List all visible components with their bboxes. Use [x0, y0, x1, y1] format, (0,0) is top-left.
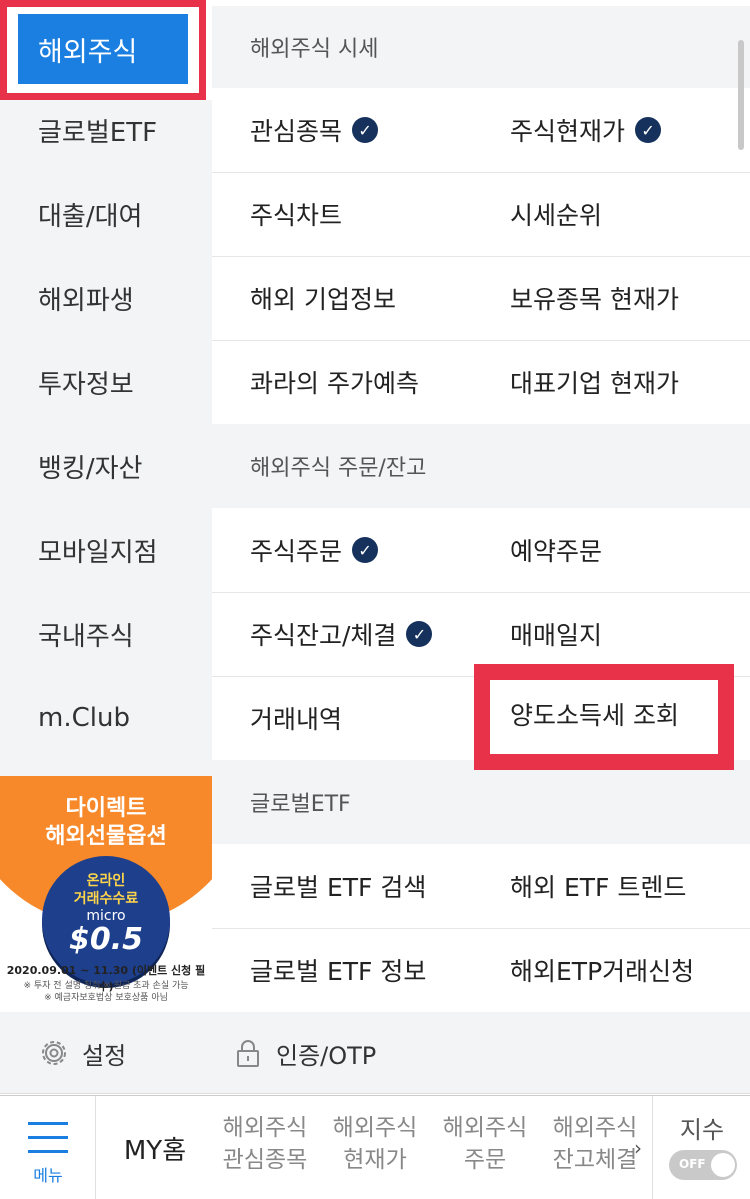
menu-item-watchlist[interactable]: 관심종목 ✓ — [250, 88, 490, 172]
sidebar-item-label: 국내주식 — [38, 621, 134, 652]
menu-item-major-companies[interactable]: 대표기업 현재가 — [510, 340, 740, 424]
chevron-right-icon[interactable]: › — [634, 1136, 642, 1160]
check-icon: ✓ — [352, 117, 379, 143]
nav-tab-label: 관심종목 — [222, 1147, 308, 1173]
promo-badge-line: 온라인 — [86, 873, 126, 889]
menu-item-label: 글로벌 ETF 검색 — [250, 873, 427, 902]
sidebar-item-label: 대출/대여 — [38, 201, 143, 232]
sidebar-item-mobile-branch[interactable]: 모바일지점 — [0, 508, 212, 592]
promo-subtitle: 해외선물옵션 — [45, 824, 167, 849]
check-icon: ✓ — [352, 537, 379, 563]
menu-item-label: 거래내역 — [250, 705, 343, 734]
menu-item-label: 주식차트 — [250, 201, 343, 230]
menu-item-balance-execution[interactable]: 주식잔고/체결 ✓ — [250, 592, 490, 676]
sidebar-item-loan[interactable]: 대출/대여 — [0, 172, 212, 256]
menu-item-etf-info[interactable]: 글로벌 ETF 정보 — [250, 928, 490, 1012]
menu-item-label: 주식주문 — [250, 537, 343, 566]
index-toggle-area: 지수 OFF — [652, 1096, 750, 1199]
menu-item-etp-application[interactable]: 해외ETP거래신청 — [510, 928, 740, 1012]
sidebar-item-label: 해외주식 — [18, 14, 188, 84]
my-home-button[interactable]: MY홈 — [96, 1096, 214, 1199]
nav-tab-label: 현재가 — [343, 1147, 407, 1173]
menu-item-etf-search[interactable]: 글로벌 ETF 검색 — [250, 844, 490, 928]
sidebar-item-investment-info[interactable]: 투자정보 — [0, 340, 212, 424]
settings-bar: 설정 인증/OTP — [0, 1012, 750, 1094]
menu-item-transaction-history[interactable]: 거래내역 — [250, 676, 490, 760]
section-header: 글로벌ETF — [212, 760, 750, 844]
menu-button[interactable]: 메뉴 — [0, 1096, 96, 1199]
auth-otp-button[interactable]: 인증/OTP — [232, 1012, 376, 1094]
menu-item-label: 콰라의 주가예측 — [250, 369, 419, 398]
nav-tab-order[interactable]: 해외주식 주문 — [430, 1112, 540, 1176]
toggle-label: OFF — [679, 1157, 706, 1171]
nav-tab-label: 해외주식 — [442, 1115, 528, 1141]
nav-tab-current-price[interactable]: 해외주식 현재가 — [320, 1112, 430, 1176]
menu-item-holdings-price[interactable]: 보유종목 현재가 — [510, 256, 740, 340]
menu-item-label: 주식현재가 — [510, 117, 626, 146]
menu-item-label: 해외 ETF 트렌드 — [510, 873, 687, 902]
menu-item-label: 글로벌 ETF 정보 — [250, 957, 427, 986]
menu-item-stock-chart[interactable]: 주식차트 — [250, 172, 490, 256]
sidebar-item-label: m.Club — [38, 703, 130, 733]
gear-icon — [42, 1041, 66, 1065]
category-sidebar: 해외주식 글로벌ETF 대출/대여 해외파생 투자정보 뱅킹/자산 모바일지점 … — [0, 0, 212, 1012]
menu-item-stock-order[interactable]: 주식주문 ✓ — [250, 508, 490, 592]
sidebar-item-label: 투자정보 — [38, 369, 134, 400]
sidebar-item-label: 뱅킹/자산 — [38, 453, 143, 484]
nav-tab-label: 해외주식 — [332, 1115, 418, 1141]
menu-item-label: 대표기업 현재가 — [510, 369, 679, 398]
hamburger-icon — [28, 1122, 68, 1154]
menu-item-reserved-order[interactable]: 예약주문 — [510, 508, 740, 592]
menu-item-label: 예약주문 — [510, 537, 603, 566]
menu-item-label: 관심종목 — [250, 117, 343, 146]
sidebar-item-banking[interactable]: 뱅킹/자산 — [0, 424, 212, 508]
nav-tab-watchlist[interactable]: 해외주식 관심종목 — [210, 1112, 320, 1176]
section-header: 해외주식 주문/잔고 — [212, 424, 750, 508]
menu-item-label: 양도소득세 조회 — [510, 701, 679, 730]
submenu-panel: 해외주식 시세 관심종목 ✓ 주식현재가 ✓ 주식차트 시세순위 해외 기업정보 보… — [212, 0, 750, 1012]
menu-item-price-forecast[interactable]: 콰라의 주가예측 — [250, 340, 490, 424]
sidebar-item-label: 글로벌ETF — [38, 117, 158, 148]
auth-label: 인증/OTP — [276, 1041, 377, 1070]
settings-button[interactable]: 설정 — [38, 1012, 126, 1094]
sidebar-item-label: 해외파생 — [38, 285, 134, 316]
menu-item-label: 시세순위 — [510, 201, 603, 230]
menu-item-label: 매매일지 — [510, 621, 603, 650]
menu-item-capital-gains-tax[interactable]: 양도소득세 조회 — [474, 664, 734, 770]
menu-item-label: 주식잔고/체결 — [250, 621, 397, 650]
bottom-navigation: 메뉴 MY홈 해외주식 관심종목 해외주식 현재가 해외주식 주문 해외주식 잔… — [0, 1095, 750, 1199]
promo-disclaimer: ※ 예금자보호법상 보호상품 아님 — [44, 993, 168, 1003]
menu-item-label: 보유종목 현재가 — [510, 285, 679, 314]
menu-item-current-price[interactable]: 주식현재가 ✓ — [510, 88, 740, 172]
menu-label: 메뉴 — [33, 1166, 63, 1185]
menu-item-label: 해외ETP거래신청 — [510, 957, 695, 986]
promo-badge-price: $0.5 — [68, 922, 144, 957]
section-header: 해외주식 시세 — [212, 6, 750, 88]
toggle-knob — [711, 1153, 735, 1177]
sidebar-item-overseas-stocks[interactable]: 해외주식 — [0, 0, 212, 100]
nav-tab-label: 해외주식 — [222, 1115, 308, 1141]
scrollbar[interactable] — [738, 40, 744, 150]
menu-item-etf-trend[interactable]: 해외 ETF 트렌드 — [510, 844, 740, 928]
index-toggle[interactable]: OFF — [669, 1150, 737, 1180]
promo-badge-line: 거래수수료 — [73, 891, 139, 907]
sidebar-item-mclub[interactable]: m.Club — [0, 676, 212, 760]
settings-label: 설정 — [82, 1041, 127, 1070]
check-icon: ✓ — [406, 621, 433, 647]
nav-tab-label: 주문 — [463, 1147, 507, 1173]
index-label: 지수 — [679, 1116, 725, 1144]
menu-item-price-ranking[interactable]: 시세순위 — [510, 172, 740, 256]
sidebar-item-global-etf[interactable]: 글로벌ETF — [0, 88, 212, 172]
check-icon: ✓ — [635, 117, 662, 143]
menu-item-label: 해외 기업정보 — [250, 285, 396, 314]
promo-banner[interactable]: 다이렉트 해외선물옵션 온라인 거래수수료 micro $0.5 2020.09… — [0, 776, 212, 1012]
lock-icon — [237, 1040, 259, 1067]
menu-item-company-info[interactable]: 해외 기업정보 — [250, 256, 490, 340]
sidebar-item-domestic-stocks[interactable]: 국내주식 — [0, 592, 212, 676]
sidebar-item-derivatives[interactable]: 해외파생 — [0, 256, 212, 340]
sidebar-item-label: 모바일지점 — [38, 537, 158, 568]
